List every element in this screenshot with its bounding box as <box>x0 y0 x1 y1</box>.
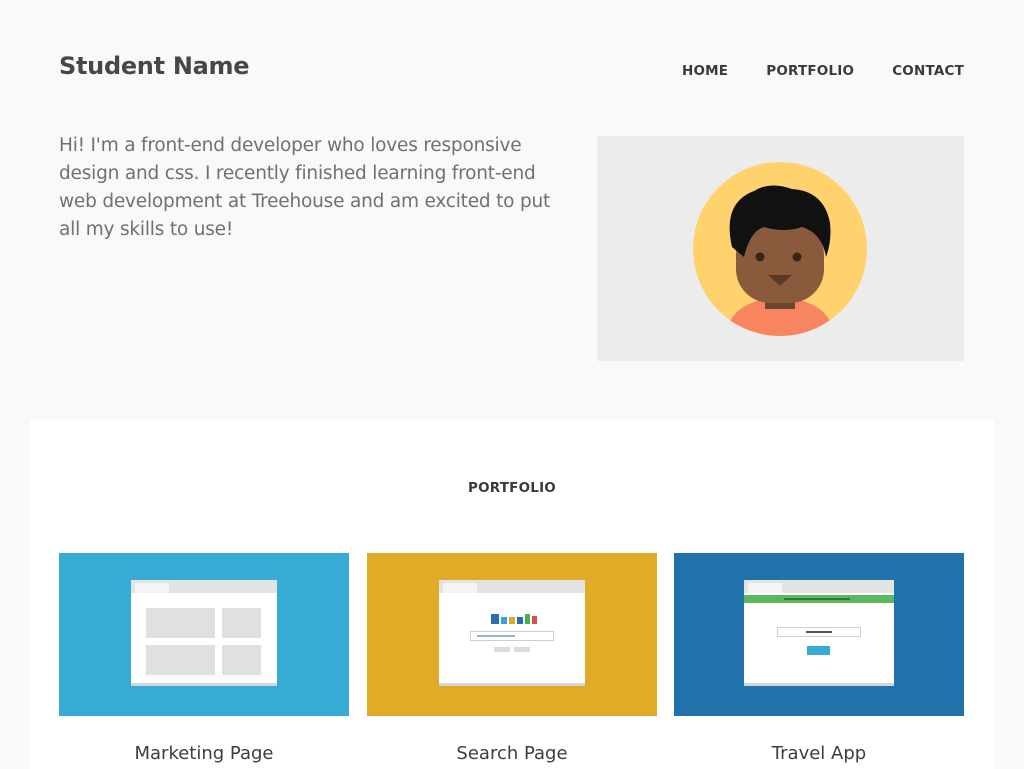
portfolio-thumb-travel[interactable] <box>674 553 964 716</box>
nav-contact[interactable]: CONTACT <box>892 63 964 79</box>
portfolio-thumb-search[interactable] <box>367 553 657 716</box>
portfolio-card-marketing[interactable]: Marketing Page <box>59 553 349 764</box>
portfolio-caption[interactable]: Travel App <box>674 743 964 764</box>
portfolio-heading: PORTFOLIO <box>468 480 556 496</box>
avatar-panel <box>597 136 964 361</box>
portfolio-section: PORTFOLIO Marketing Page Search Page Tra… <box>30 420 994 769</box>
portfolio-caption[interactable]: Marketing Page <box>59 743 349 764</box>
intro-text: Hi! I'm a front-end developer who loves … <box>59 135 551 240</box>
portfolio-caption[interactable]: Search Page <box>367 743 657 764</box>
main-nav: HOME PORTFOLIO CONTACT <box>682 63 964 79</box>
browser-mockup-icon <box>744 580 894 686</box>
portfolio-thumb-marketing[interactable] <box>59 553 349 716</box>
site-title[interactable]: Student Name <box>59 52 249 80</box>
nav-home[interactable]: HOME <box>682 63 728 79</box>
portfolio-card-travel[interactable]: Travel App <box>674 553 964 764</box>
portfolio-card-search[interactable]: Search Page <box>367 553 657 764</box>
nav-portfolio[interactable]: PORTFOLIO <box>766 63 854 79</box>
browser-mockup-icon <box>131 580 277 686</box>
avatar-illustration <box>693 162 867 336</box>
browser-mockup-icon <box>439 580 585 686</box>
